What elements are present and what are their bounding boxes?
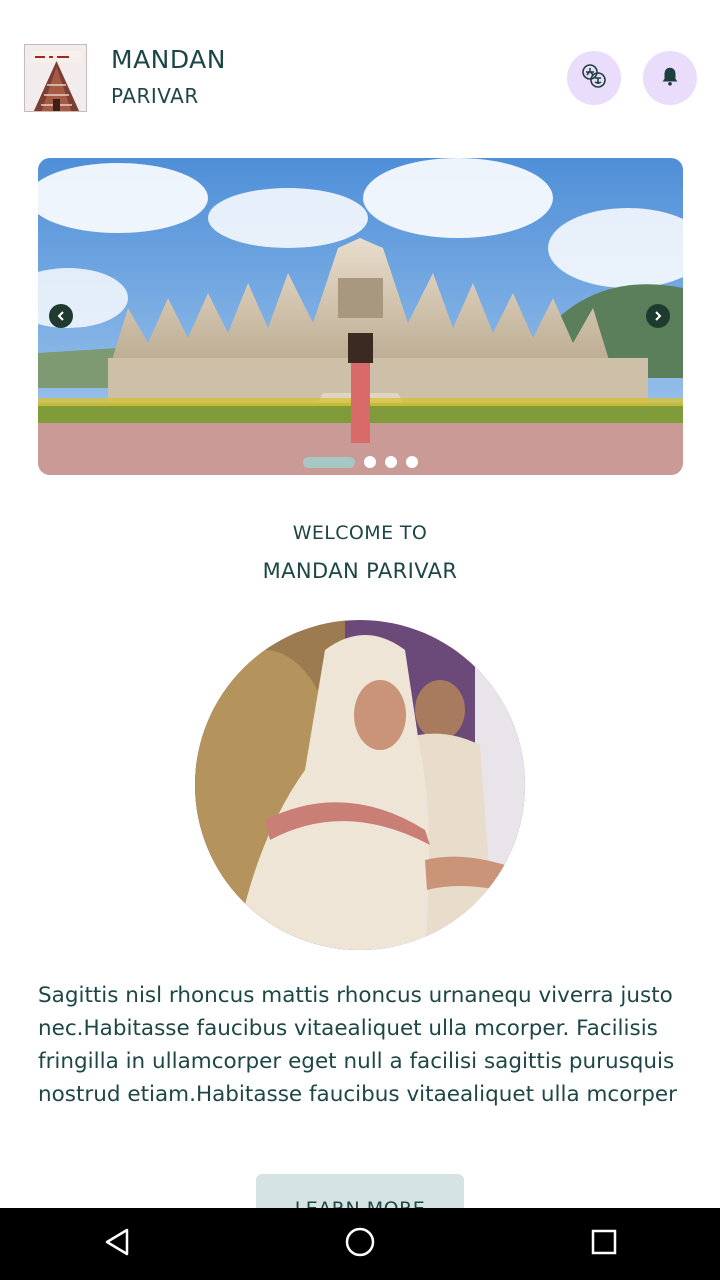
welcome-title: MANDAN PARIVAR	[262, 559, 458, 583]
nav-home-button[interactable]	[324, 1208, 396, 1280]
language-translate-icon	[581, 63, 607, 93]
brand-title: MANDAN	[111, 45, 226, 74]
language-button[interactable]	[567, 51, 621, 105]
welcome-label: WELCOME TO	[292, 522, 428, 544]
temple-slide-image	[38, 158, 683, 475]
carousel-dot[interactable]	[364, 456, 376, 468]
back-triangle-icon	[103, 1227, 131, 1261]
carousel-dot[interactable]	[406, 456, 418, 468]
system-nav-bar	[0, 1208, 720, 1280]
nav-recent-apps-button[interactable]	[568, 1208, 640, 1280]
chevron-right-icon	[652, 307, 664, 326]
app-header: MANDAN PARIVAR	[0, 0, 720, 140]
image-carousel[interactable]	[38, 158, 683, 475]
carousel-dot[interactable]	[385, 456, 397, 468]
carousel-prev-button[interactable]	[49, 304, 73, 328]
nav-back-button[interactable]	[81, 1208, 153, 1280]
carousel-dot-active[interactable]	[303, 456, 355, 468]
home-circle-icon	[344, 1226, 376, 1262]
recent-apps-square-icon	[590, 1228, 618, 1260]
notifications-button[interactable]	[643, 51, 697, 105]
bell-icon	[659, 65, 681, 91]
carousel-next-button[interactable]	[646, 304, 670, 328]
intro-paragraph: Sagittis nisl rhoncus mattis rhoncus urn…	[38, 983, 677, 1107]
brand-subtitle: PARIVAR	[111, 84, 199, 108]
founder-portrait	[195, 620, 525, 950]
carousel-indicators	[38, 456, 683, 468]
app-logo[interactable]	[24, 44, 87, 112]
chevron-left-icon	[55, 307, 67, 326]
